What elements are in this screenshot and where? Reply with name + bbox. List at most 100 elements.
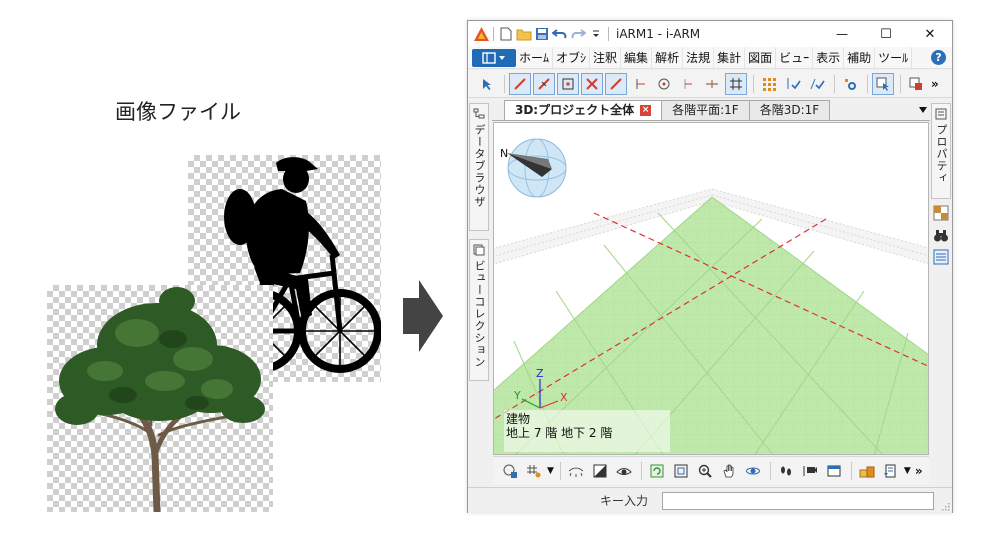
pan-hand-icon[interactable]	[718, 460, 740, 482]
properties-icon	[935, 108, 947, 120]
menu-item-1[interactable]: オブｼ	[553, 46, 591, 69]
app-window: iARM1 - i-ARM — ☐ ✕ ホーﾑ オブｼ 注釈 編集 解析 法規 集計 図面 ビュ…	[467, 20, 953, 513]
menu-item-9[interactable]: 表示	[813, 46, 845, 69]
snap-divide-icon[interactable]	[701, 73, 723, 95]
tree-view-icon	[473, 108, 485, 119]
snap-perpendicular-icon[interactable]	[629, 73, 651, 95]
left-dock: データブラウザ ビューコレクション	[468, 99, 490, 487]
menu-item-8[interactable]: ビュｰ	[776, 46, 814, 69]
refresh-icon[interactable]	[646, 460, 668, 482]
select-cursor-icon[interactable]	[476, 73, 498, 95]
3d-viewport[interactable]: N Z X Y 建物 地上 7 階 地下 2 階	[493, 122, 929, 455]
snap-midpoint-icon[interactable]	[533, 72, 555, 95]
binoculars-icon[interactable]	[933, 227, 949, 246]
resize-grip-icon[interactable]	[941, 502, 950, 511]
menu-item-3[interactable]: 編集	[621, 46, 653, 69]
menu-item-4[interactable]: 解析	[652, 46, 684, 69]
app-menu-icon	[482, 51, 505, 64]
document-tabs: 3D:プロジェクト全体 × 各階平面:1F 各階3D:1F	[492, 100, 930, 121]
floor-count: 地上 7 階 地下 2 階	[506, 426, 613, 440]
close-button[interactable]: ✕	[908, 21, 952, 47]
customize-qat-icon[interactable]	[587, 25, 605, 43]
building-label: 建物	[506, 412, 531, 426]
status-bar: キー入力	[468, 487, 952, 513]
menu-item-7[interactable]: 図面	[745, 46, 777, 69]
menu-item-10[interactable]: 補助	[844, 46, 876, 69]
undo-icon[interactable]	[551, 25, 569, 43]
menu-bar: ホーﾑ オブｼ 注釈 編集 解析 法規 集計 図面 ビュｰ 表示 補助 ツーﾙ ?	[468, 46, 952, 69]
close-tab-icon[interactable]: ×	[640, 105, 652, 116]
properties-tab[interactable]: プロパティ	[931, 103, 951, 199]
tab-3d-project[interactable]: 3D:プロジェクト全体 ×	[504, 100, 663, 120]
ortho-check-icon[interactable]	[782, 73, 804, 95]
material-icon[interactable]	[933, 205, 949, 224]
compass-icon[interactable]	[507, 138, 567, 198]
data-browser-label: データブラウザ	[473, 124, 486, 208]
grid-options-icon[interactable]	[523, 460, 545, 482]
3d-scene: N Z X Y	[494, 138, 928, 454]
main-toolbar: »	[468, 70, 952, 98]
save-icon[interactable]	[533, 25, 551, 43]
tab-3d-project-label: 3D:プロジェクト全体	[515, 103, 635, 117]
display-settings-icon[interactable]	[880, 460, 902, 482]
eye-icon[interactable]	[613, 460, 635, 482]
redo-icon[interactable]	[569, 25, 587, 43]
zoom-extents-icon[interactable]	[670, 460, 692, 482]
view-collection-label: ビューコレクション	[473, 260, 486, 368]
menu-item-5[interactable]: 法規	[683, 46, 715, 69]
menu-item-2[interactable]: 注釈	[590, 46, 622, 69]
maximize-button[interactable]: ☐	[864, 21, 908, 47]
building-blocks-icon[interactable]	[856, 460, 878, 482]
grid-options-dropdown-icon[interactable]: ▼	[547, 466, 554, 476]
menu-item-6[interactable]: 集計	[714, 46, 746, 69]
right-arrow-icon	[403, 280, 443, 352]
camera-path-icon[interactable]	[799, 460, 821, 482]
snap-circle-icon[interactable]	[653, 73, 675, 95]
menu-item-11[interactable]: ツーﾙ	[875, 46, 913, 69]
snap-nearest-icon[interactable]	[605, 72, 627, 95]
view-select-icon[interactable]	[872, 72, 894, 95]
axis-z-label: Z	[536, 367, 544, 380]
axis-x-label: X	[560, 391, 568, 404]
image-file-caption: 画像ファイル	[115, 100, 241, 124]
tab-floor-plan-1f[interactable]: 各階平面:1F	[661, 100, 750, 120]
walk-footprints-icon[interactable]	[775, 460, 797, 482]
snap-tangent-icon[interactable]	[677, 73, 699, 95]
angle-check-icon[interactable]	[806, 73, 828, 95]
window-view-icon[interactable]	[823, 460, 845, 482]
dot-grid-icon[interactable]	[758, 73, 780, 95]
shading-icon[interactable]	[589, 460, 611, 482]
hidden-line-icon[interactable]	[565, 460, 587, 482]
snap-center-icon[interactable]	[557, 72, 579, 95]
tab-list-dropdown-icon[interactable]	[918, 106, 928, 114]
minimize-button[interactable]: —	[820, 21, 864, 47]
snap-intersection-icon[interactable]	[581, 72, 603, 95]
toolbar-overflow-icon[interactable]: »	[931, 77, 939, 91]
title-bar: iARM1 - i-ARM — ☐ ✕	[468, 21, 952, 47]
grid-snap-icon[interactable]	[725, 72, 747, 95]
view-collection-tab[interactable]: ビューコレクション	[469, 239, 489, 381]
new-file-icon[interactable]	[497, 25, 515, 43]
zoom-icon[interactable]	[694, 460, 716, 482]
menu-item-0[interactable]: ホーﾑ	[516, 46, 554, 69]
layer-select-icon[interactable]	[905, 73, 927, 95]
tree-cutout	[55, 287, 265, 516]
list-panel-icon[interactable]	[933, 249, 949, 268]
view-toolbar-overflow-icon[interactable]: »	[915, 464, 923, 478]
view-display-icon[interactable]	[499, 460, 521, 482]
snap-endpoint-icon[interactable]	[509, 72, 531, 95]
app-menu-button[interactable]	[472, 48, 516, 67]
tab-floor-3d-1f[interactable]: 各階3D:1F	[748, 100, 831, 120]
stage: 画像ファイル iARM1 - i-ARM — ☐ ✕ ホーﾑ オブｼ 注釈 編集…	[0, 0, 1000, 536]
display-settings-dropdown-icon[interactable]: ▼	[904, 466, 911, 476]
orbit-icon[interactable]	[742, 460, 764, 482]
menu-items: ホーﾑ オブｼ 注釈 編集 解析 法規 集計 図面 ビュｰ 表示 補助 ツーﾙ	[516, 46, 913, 69]
data-browser-tab[interactable]: データブラウザ	[469, 103, 489, 231]
help-icon[interactable]: ?	[931, 50, 946, 65]
open-folder-icon[interactable]	[515, 25, 533, 43]
key-input-field[interactable]	[662, 492, 934, 510]
key-input-label: キー入力	[600, 494, 649, 508]
building-info: 建物 地上 7 階 地下 2 階	[504, 410, 670, 452]
app-logo-icon	[472, 25, 490, 43]
snap-settings-icon[interactable]	[839, 73, 861, 95]
